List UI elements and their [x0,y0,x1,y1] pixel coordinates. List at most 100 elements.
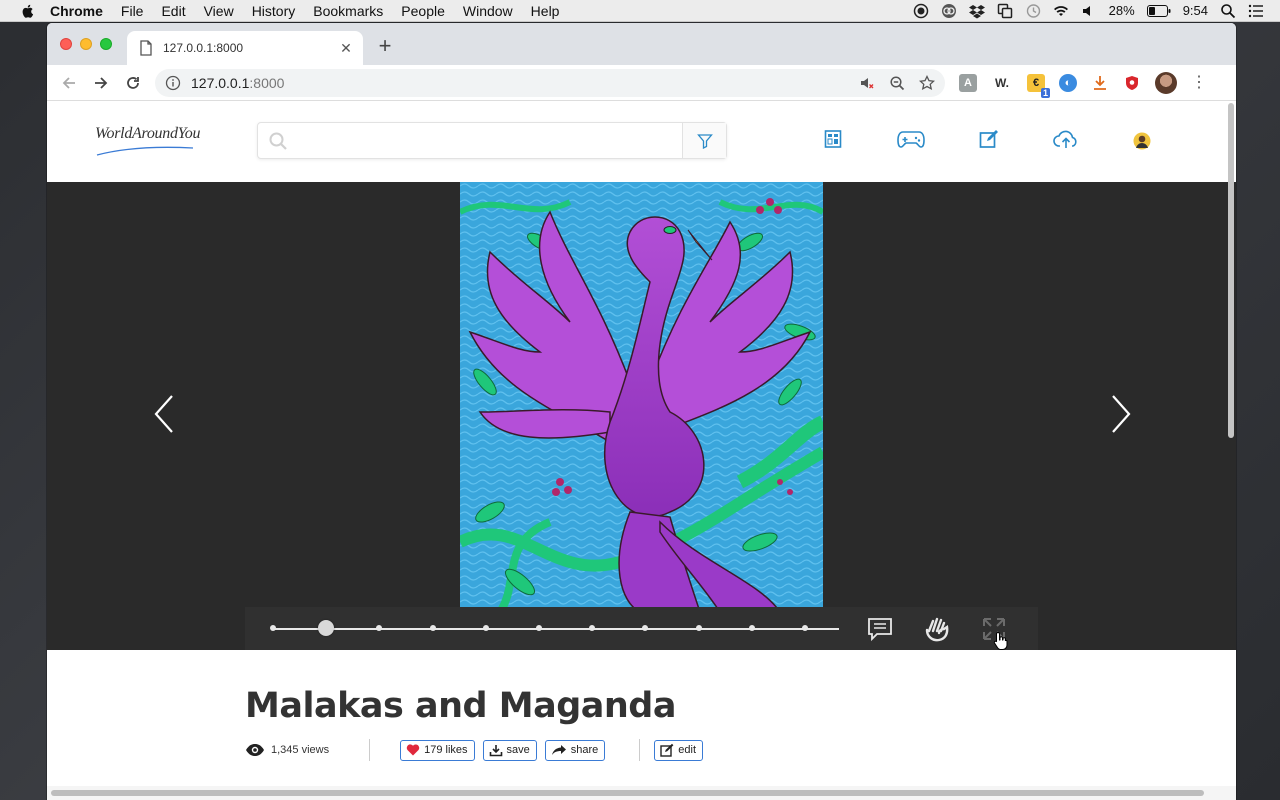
previous-arrow-icon[interactable] [150,392,180,436]
url-host: 127.0.0.1 [191,74,250,91]
gallery-icon [824,130,842,148]
browser-window: 127.0.0.1:8000 ✕ + 127.0.0.1:8000 A W. € [47,23,1236,800]
address-bar[interactable]: 127.0.0.1:8000 [155,68,945,97]
divider [639,739,641,761]
record-icon[interactable] [913,3,929,19]
save-button[interactable]: save [482,739,537,761]
vertical-scroll-thumb[interactable] [1228,103,1234,438]
artwork-meta: 1,345 views 179 likes save share edit [245,739,711,761]
like-button[interactable]: 179 likes [400,739,475,761]
zoom-out-icon[interactable] [889,75,905,91]
menu-window[interactable]: Window [463,3,513,19]
horizontal-scroll-thumb[interactable] [51,790,1204,796]
menu-file[interactable]: File [121,3,144,19]
filter-icon [696,133,713,149]
comment-icon[interactable] [866,615,894,643]
shield-extension-icon[interactable] [1123,74,1141,92]
reload-icon [127,76,139,89]
horizontal-scrollbar[interactable] [47,786,1236,800]
time-machine-icon[interactable] [1025,3,1041,19]
extension-grey-icon[interactable]: A [959,73,977,92]
spotlight-search-icon[interactable] [1220,3,1236,19]
user-avatar-icon [1133,132,1151,150]
new-tab-button[interactable]: + [375,35,395,57]
chrome-menu-icon[interactable]: ⋮ [1191,74,1207,91]
menu-edit[interactable]: Edit [161,3,185,19]
gamepad-icon [897,131,925,148]
download-extension-icon[interactable] [1091,74,1109,92]
battery-percent: 28% [1108,3,1135,18]
views-count: 1,345 views [245,743,329,757]
bookmark-star-icon[interactable] [919,74,935,91]
slider-knob[interactable] [318,620,335,636]
battery-icon[interactable] [1146,4,1171,17]
tab-close-icon[interactable]: ✕ [339,41,353,55]
back-button[interactable] [55,69,83,97]
reload-button[interactable] [119,69,147,97]
slider-tick[interactable] [802,625,809,631]
wifi-icon[interactable] [1053,3,1069,19]
clock[interactable]: 9:54 [1183,3,1208,18]
nav-upload[interactable] [1053,129,1079,149]
search-input[interactable] [288,123,682,158]
slide-progress-slider[interactable] [270,620,839,636]
likes-label: 179 likes [424,744,468,756]
nav-write[interactable] [979,129,999,149]
close-window-button[interactable] [60,38,72,50]
notification-center-icon[interactable] [1248,3,1264,19]
slider-tick[interactable] [748,625,755,631]
profile-avatar[interactable] [1155,71,1177,94]
menu-history[interactable]: History [252,3,296,19]
filter-button[interactable] [682,123,726,158]
edit-icon [660,743,674,757]
cloud-upload-icon [1053,130,1077,148]
nav-user-avatar[interactable] [1133,132,1151,150]
zoom-window-button[interactable] [100,38,112,50]
search-icon [269,132,287,150]
sign-language-icon[interactable] [923,615,951,643]
slider-tick[interactable] [695,625,702,631]
apple-icon[interactable] [20,3,36,19]
volume-icon[interactable] [1081,3,1097,19]
creative-cloud-icon[interactable] [941,3,957,19]
extension-wordtune-icon[interactable]: W. [991,74,1013,92]
nav-gallery[interactable] [824,129,842,149]
extension-honey-icon[interactable]: €1 [1027,73,1050,98]
slider-tick[interactable] [642,625,649,631]
artwork-viewer [47,182,1236,650]
minimize-window-button[interactable] [80,38,92,50]
screens-icon[interactable] [997,3,1013,19]
slider-tick[interactable] [536,625,543,631]
menu-bookmarks[interactable]: Bookmarks [313,3,383,19]
nav-games[interactable] [897,129,925,149]
site-logo[interactable]: WorldAroundYou [95,125,205,159]
logo-text: WorldAroundYou [95,125,201,142]
arrow-left-icon [62,76,75,89]
sound-muted-icon[interactable] [859,75,875,91]
menu-view[interactable]: View [204,3,234,19]
download-icon [489,744,502,756]
extension-blue-icon[interactable]: ◐ [1059,73,1077,92]
dropbox-icon[interactable] [968,3,985,19]
menu-help[interactable]: Help [531,3,560,19]
menu-app-chrome[interactable]: Chrome [50,3,103,19]
search-bar [257,122,727,159]
edit-button[interactable]: edit [654,739,704,761]
artwork-details: Malakas and Maganda 1,345 views 179 like… [47,650,1236,800]
next-arrow-icon[interactable] [1105,392,1135,436]
menu-people[interactable]: People [401,3,445,19]
share-button[interactable]: share [544,739,606,761]
slider-tick[interactable] [429,625,436,631]
slider-tick[interactable] [482,625,489,631]
vertical-scrollbar[interactable] [1226,103,1236,786]
forward-button[interactable] [87,69,115,97]
info-icon[interactable] [165,75,181,91]
tab-active[interactable]: 127.0.0.1:8000 ✕ [127,31,363,65]
slider-tick[interactable] [270,625,276,631]
slider-tick[interactable] [376,625,383,631]
edit-label: edit [678,744,697,756]
tab-strip: 127.0.0.1:8000 ✕ + [47,23,1236,65]
logo-swoosh-icon [96,146,194,156]
page-icon [140,40,152,56]
slider-tick[interactable] [589,625,596,631]
